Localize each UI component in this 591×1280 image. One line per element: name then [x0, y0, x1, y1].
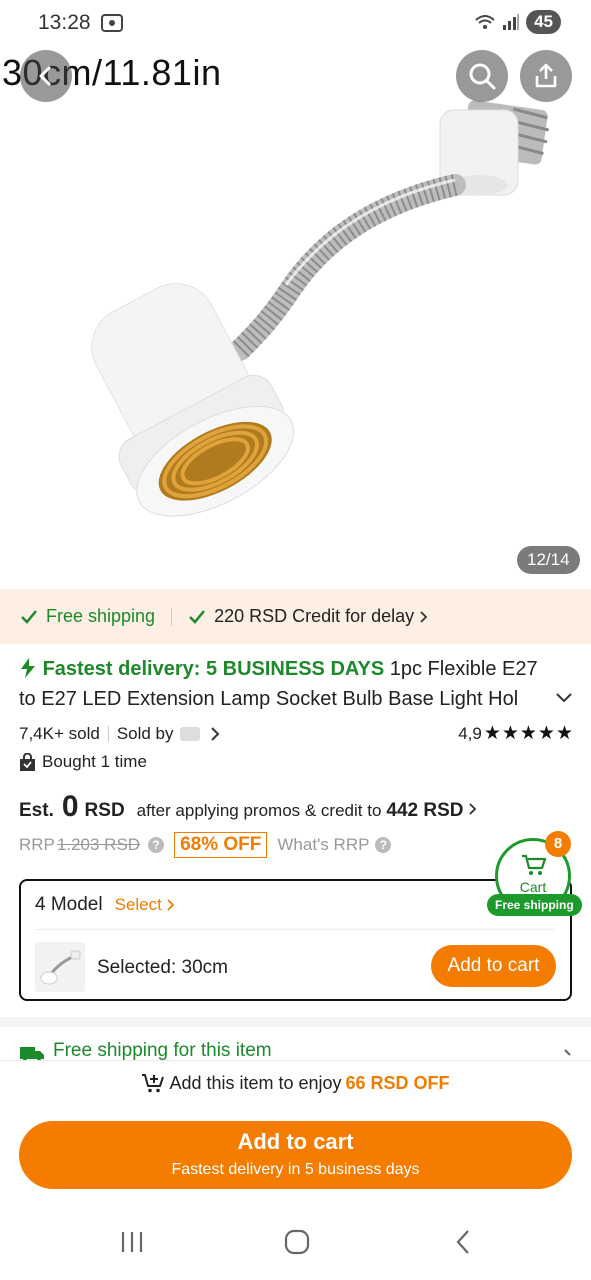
product-meta-row: 7,4K+ sold Sold by 4,9 ★★★★★: [19, 722, 574, 745]
check-icon: [21, 609, 37, 624]
promo-hint: Add this item to enjoy 66 RSD OFF: [0, 1072, 591, 1094]
fast-delivery-label: Fastest delivery: 5 BUSINESS DAYS: [42, 658, 385, 680]
battery-indicator: 45: [526, 10, 561, 34]
model-count: 4 Model: [35, 894, 103, 915]
free-shipping-item-row[interactable]: Free shipping for this item: [19, 1040, 574, 1060]
price-row[interactable]: Est. 0 RSD after applying promos & credi…: [19, 790, 479, 824]
after-promo-text: after applying promos & credit to: [136, 801, 382, 820]
back-button[interactable]: [20, 50, 72, 102]
sold-count: 7,4K+ sold: [19, 723, 100, 743]
credit-label: 220 RSD Credit for delay: [214, 606, 415, 626]
bought-row: Bought 1 time: [19, 752, 147, 772]
bought-count: Bought 1 time: [42, 752, 147, 771]
product-image: [91, 100, 550, 517]
chevron-left-icon: [39, 66, 51, 86]
rrp-row: RRP 1.203 RSD ? 68% OFF What's RRP ?: [19, 832, 401, 858]
cart-count-badge: 8: [545, 831, 571, 857]
help-icon[interactable]: ?: [148, 837, 165, 853]
truck-icon: [20, 1047, 44, 1060]
discount-badge: 68% OFF: [174, 832, 268, 858]
rrp-label: RRP: [19, 835, 55, 854]
add-to-cart-sublabel: Fastest delivery in 5 business days: [171, 1161, 420, 1178]
share-button[interactable]: [520, 50, 572, 102]
lightning-icon: [21, 658, 35, 678]
sold-by-label[interactable]: Sold by: [117, 724, 174, 744]
system-nav-bar: [0, 1210, 591, 1280]
model-select-link[interactable]: Select: [115, 895, 162, 915]
price-currency: RSD: [84, 800, 125, 821]
product-image-gallery[interactable]: 30cm/11.81in 12/14: [0, 0, 591, 588]
back-nav-icon[interactable]: [450, 1228, 478, 1256]
rating-stars: ★★★★★: [483, 723, 574, 744]
image-counter: 12/14: [517, 546, 580, 574]
add-to-cart-small-button[interactable]: Add to cart: [431, 945, 556, 987]
check-icon: [189, 609, 206, 624]
selected-model-text: Selected: 30cm: [97, 957, 228, 978]
status-time: 13:28: [38, 11, 91, 34]
chevron-right-icon[interactable]: [165, 898, 177, 912]
price-amount: 0: [61, 790, 79, 823]
add-to-cart-label: Add to cart: [237, 1129, 354, 1154]
wifi-icon: [475, 15, 495, 29]
seller-logo[interactable]: [179, 726, 200, 741]
est-label: Est.: [19, 800, 54, 821]
free-shipping-label: Free shipping: [46, 606, 156, 626]
add-to-cart-button[interactable]: Add to cart Fastest delivery in 5 busine…: [19, 1121, 572, 1189]
chevron-right-icon: [420, 610, 428, 623]
model-thumbnail[interactable]: [35, 942, 85, 992]
help-icon[interactable]: ?: [375, 837, 392, 853]
rating[interactable]: 4,9 ★★★★★: [458, 722, 574, 745]
promo-hint-amount: 66 RSD OFF: [345, 1072, 450, 1093]
after-promo-amount: 442 RSD: [386, 800, 464, 821]
search-button[interactable]: [456, 50, 508, 102]
rating-value: 4,9: [458, 723, 482, 743]
home-icon[interactable]: [283, 1228, 311, 1256]
cart-icon: [522, 854, 547, 875]
shipping-banner[interactable]: Free shipping 220 RSD Credit for delay: [0, 589, 591, 644]
share-icon: [535, 63, 557, 88]
cart-label: Cart: [519, 879, 547, 895]
signal-icon: [503, 14, 520, 30]
chevron-right-icon[interactable]: [208, 726, 222, 742]
chevron-right-icon: [564, 1049, 571, 1056]
expand-title-icon[interactable]: [554, 688, 574, 708]
free-shipping-item-label: Free shipping for this item: [53, 1040, 272, 1060]
whats-rrp-link[interactable]: What's RRP: [277, 835, 369, 855]
shopping-bag-icon: [20, 752, 35, 771]
recent-apps-icon[interactable]: [118, 1228, 146, 1256]
bottom-action-bar: Add this item to enjoy 66 RSD OFF Add to…: [0, 1060, 591, 1210]
chevron-right-icon: [468, 803, 476, 815]
status-bar: 13:28 45: [0, 0, 591, 46]
cart-plus-icon: [142, 1074, 165, 1093]
search-icon: [469, 63, 496, 90]
screen-record-icon: [101, 14, 123, 32]
rrp-value: 1.203 RSD: [56, 835, 141, 854]
cart-free-shipping-badge: Free shipping: [487, 894, 582, 916]
product-title[interactable]: Fastest delivery: 5 BUSINESS DAYS 1pc Fl…: [19, 654, 554, 714]
promo-hint-text: Add this item to enjoy: [169, 1072, 342, 1093]
